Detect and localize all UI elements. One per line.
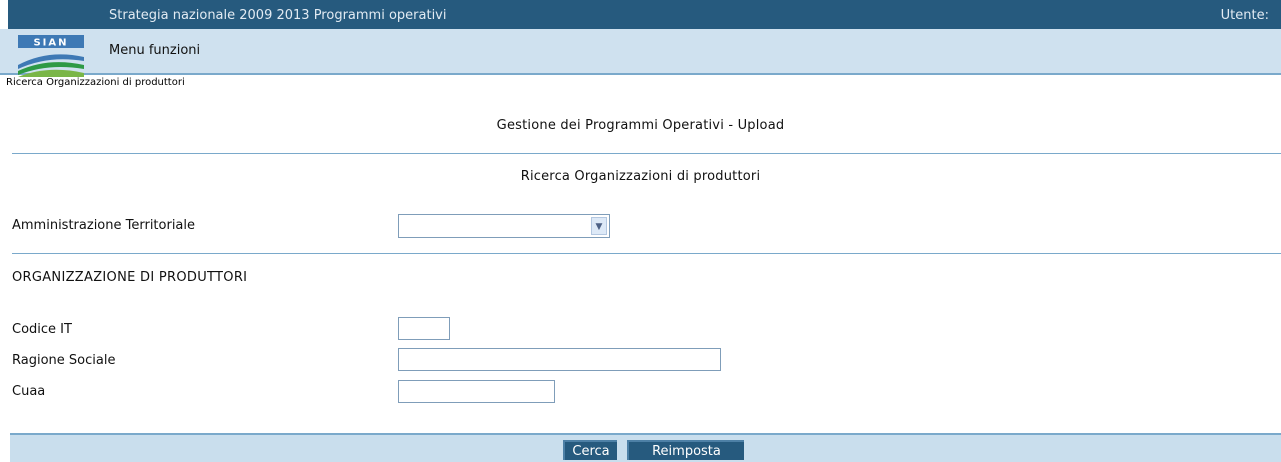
cuaa-label: Cuaa bbox=[12, 384, 46, 399]
ragione-sociale-label: Ragione Sociale bbox=[12, 353, 116, 368]
codice-it-input[interactable] bbox=[398, 317, 450, 340]
codice-it-label: Codice IT bbox=[12, 322, 72, 337]
ragione-sociale-input[interactable] bbox=[398, 348, 721, 371]
menu-functions-link[interactable]: Menu funzioni bbox=[109, 43, 200, 58]
header-left-marker bbox=[0, 0, 8, 29]
reset-button[interactable]: Reimposta bbox=[627, 440, 744, 460]
menu-bar: SIAN Menu funzioni bbox=[0, 29, 1281, 77]
amministrazione-label: Amministrazione Territoriale bbox=[12, 218, 196, 233]
page-title: Gestione dei Programmi Operativi - Uploa… bbox=[496, 118, 785, 133]
divider bbox=[12, 153, 1281, 154]
divider bbox=[12, 253, 1281, 254]
organizzazione-heading: ORGANIZZAZIONE DI PRODUTTORI bbox=[12, 270, 248, 285]
sian-logo: SIAN bbox=[18, 35, 84, 77]
logo-text: SIAN bbox=[33, 38, 68, 49]
user-label: Utente: bbox=[1220, 8, 1269, 23]
section-title: Ricerca Organizzazioni di produttori bbox=[520, 169, 761, 184]
chevron-down-icon[interactable]: ▼ bbox=[591, 217, 607, 235]
app-title: Strategia nazionale 2009 2013 Programmi … bbox=[109, 8, 447, 23]
breadcrumb: Ricerca Organizzazioni di produttori bbox=[6, 77, 185, 88]
amministrazione-select[interactable]: ▼ bbox=[398, 214, 610, 238]
top-header-bar: Strategia nazionale 2009 2013 Programmi … bbox=[0, 0, 1281, 29]
search-button[interactable]: Cerca bbox=[563, 440, 617, 460]
cuaa-input[interactable] bbox=[398, 380, 555, 403]
